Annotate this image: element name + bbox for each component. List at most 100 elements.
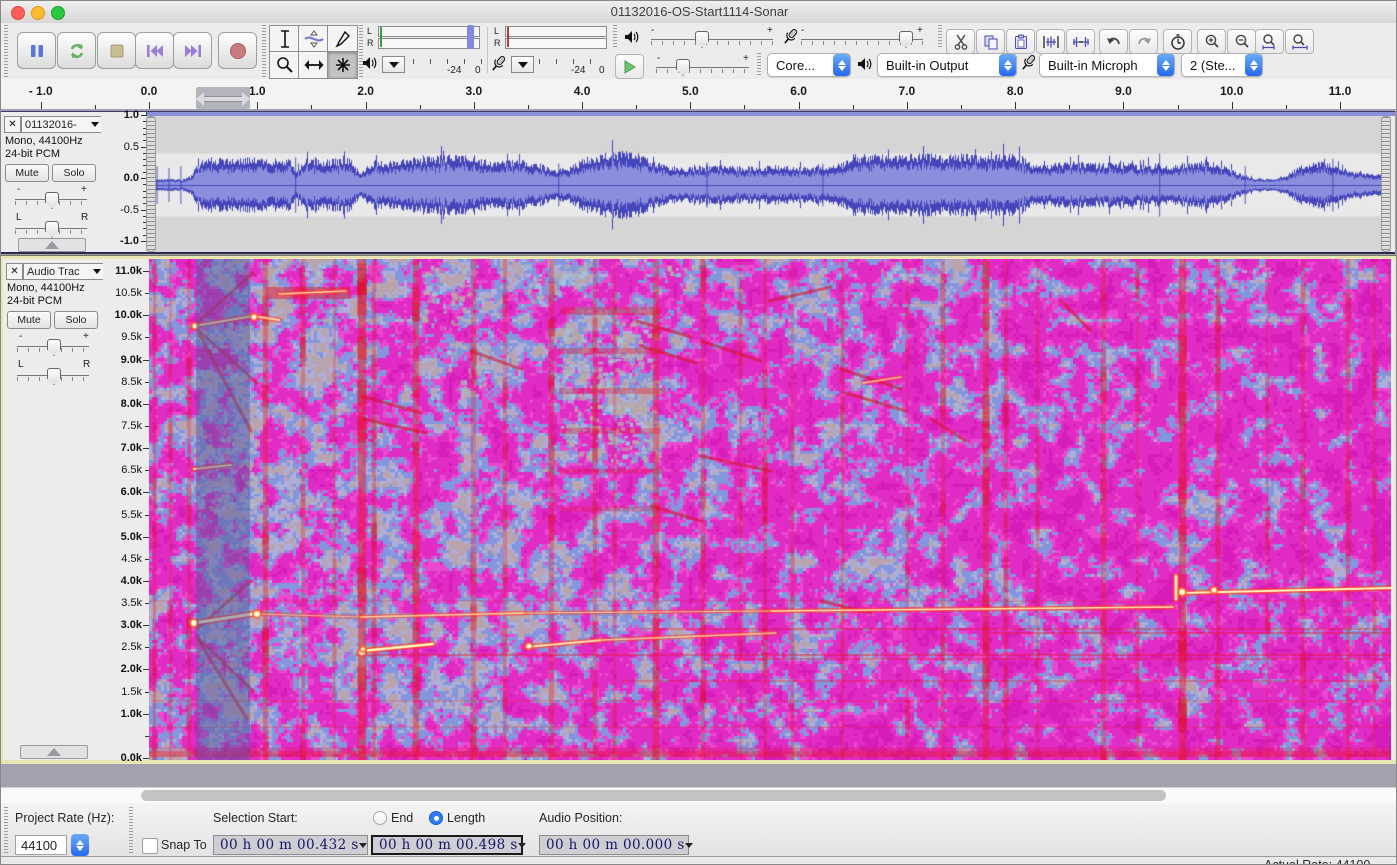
zoom-out-button[interactable]	[1227, 29, 1256, 54]
speed-slider-ticks	[656, 69, 749, 73]
waveform-canvas[interactable]	[146, 116, 1391, 252]
timefield-dropdown[interactable]	[684, 842, 693, 848]
recording-meter-left-bar[interactable]	[505, 26, 607, 37]
playback-meter-dropdown[interactable]	[382, 56, 405, 73]
draw-tool-button[interactable]	[327, 25, 358, 53]
track2-gain-slider-thumb[interactable]	[47, 339, 61, 356]
track2-title-menu[interactable]: Audio Trac	[23, 263, 105, 280]
fit-selection-button[interactable]	[1255, 29, 1284, 54]
track1-vertical-ruler[interactable]: 1.0 0.5 0.0 -0.5 -1.0	[101, 109, 147, 252]
play-at-speed-button[interactable]	[615, 54, 644, 79]
track2-collapse-button[interactable]	[20, 745, 88, 759]
time-shift-tool-button[interactable]	[298, 51, 329, 79]
multi-tool-button[interactable]	[327, 51, 358, 79]
output-volume-slider-thumb[interactable]	[695, 31, 709, 48]
waveform-left-edge-handle[interactable]	[146, 116, 156, 252]
track1-pan-slider-thumb[interactable]	[45, 221, 59, 238]
playback-meter-right-bar[interactable]	[378, 38, 480, 49]
title-bar: 01132016-OS-Start1114-Sonar	[1, 1, 1396, 24]
track1-collapse-button[interactable]	[18, 238, 86, 252]
track1-close-button[interactable]: ✕	[4, 116, 21, 133]
track2-gain-minus: -	[19, 331, 23, 342]
waveform-right-edge-handle[interactable]	[1381, 116, 1391, 252]
mixer-toolbar-grip[interactable]	[613, 25, 617, 49]
envelope-tool-button[interactable]	[298, 25, 329, 53]
track1-gain-slider-thumb[interactable]	[45, 192, 59, 209]
recording-meter-scale-min: -24	[571, 65, 586, 76]
project-rate-input[interactable]: 44100	[15, 835, 67, 855]
pause-button[interactable]	[17, 32, 56, 69]
playback-meter-right-label: R	[367, 38, 374, 48]
track1-solo-button[interactable]: Solo	[52, 164, 96, 182]
amplitude-ruler-label: 1.0	[123, 109, 139, 121]
timeline-tick	[149, 102, 150, 109]
track2-close-button[interactable]: ✕	[6, 263, 23, 280]
timeline-ruler[interactable]: - 1.0 0.0 1.0 2.0 3.0 4.0 5.0 6.0 7.0 8.0 9.0 10.0 1…	[1, 79, 1396, 111]
skip-to-start-button[interactable]	[135, 32, 174, 69]
select-stepper-icon	[999, 54, 1016, 76]
paste-button[interactable]	[1006, 29, 1035, 54]
frequency-ruler-label: 4.0k	[120, 574, 142, 587]
selection-tool-button[interactable]	[269, 25, 300, 53]
silence-audio-button[interactable]	[1066, 29, 1095, 54]
recording-meter-dropdown[interactable]	[511, 56, 534, 73]
edit-toolbar-grip[interactable]	[938, 25, 942, 49]
selection-toolbar-grip[interactable]	[4, 807, 8, 853]
track2-vertical-ruler[interactable]: 11.0k 10.5k 10.0k 9.5k 9.0k 8.5k 8.0k 7.5k 7.0k 6…	[103, 259, 150, 764]
audio-position-field[interactable]: 00 h 00 m 00.000 s	[539, 835, 693, 855]
actual-rate-text: Actual Rate: 44100	[1264, 858, 1371, 865]
track1-mute-button[interactable]: Mute	[5, 164, 49, 182]
spectrogram-canvas[interactable]	[149, 259, 1391, 760]
track2-mute-button[interactable]: Mute	[7, 311, 51, 329]
trim-audio-button[interactable]	[1036, 29, 1065, 54]
horizontal-scrollbar-thumb[interactable]	[141, 790, 1166, 801]
collapse-arrow-icon	[47, 748, 61, 756]
selection-start-field[interactable]: 00 h 00 m 00.432 s	[213, 835, 368, 855]
selection-left-arrow-icon	[196, 92, 204, 106]
cut-button[interactable]	[946, 29, 975, 54]
length-radio[interactable]	[429, 811, 443, 825]
snap-to-checkbox[interactable]	[142, 838, 158, 854]
end-radio[interactable]	[373, 811, 387, 825]
track2-solo-button[interactable]: Solo	[54, 311, 98, 329]
audio-host-select[interactable]: Core...	[767, 53, 851, 77]
selection-length-field[interactable]: 00 h 00 m 00.498 s	[371, 835, 526, 855]
zoom-in-button[interactable]	[1197, 29, 1226, 54]
track2-pan-right: R	[83, 359, 91, 370]
timeline-tick	[906, 102, 908, 109]
transport-toolbar-grip[interactable]	[4, 25, 8, 77]
frequency-ruler-label: 9.0k	[120, 353, 142, 366]
play-loop-button[interactable]	[57, 32, 96, 69]
undo-icon	[1106, 37, 1120, 44]
recording-meter-right-bar[interactable]	[505, 38, 607, 49]
selection-toolbar-grip2[interactable]	[129, 807, 133, 853]
stop-button[interactable]	[97, 32, 136, 69]
record-button[interactable]	[218, 32, 257, 69]
copy-button[interactable]	[976, 29, 1005, 54]
timer-record-button[interactable]	[1163, 29, 1192, 54]
input-device-value: Built-in Microph	[1048, 57, 1138, 73]
zoom-tool-button[interactable]	[269, 51, 300, 79]
speaker-icon	[625, 31, 639, 43]
timefield-dropdown[interactable]	[358, 842, 367, 848]
redo-button[interactable]	[1129, 29, 1158, 54]
timeline-selection-region[interactable]	[196, 87, 250, 109]
skip-to-end-button[interactable]	[173, 32, 212, 69]
undo-button[interactable]	[1099, 29, 1128, 54]
output-device-select[interactable]: Built-in Output	[877, 53, 1017, 77]
rewind-icon	[146, 44, 163, 57]
output-volume-minus: -	[651, 25, 655, 36]
timefield-dropdown[interactable]	[517, 842, 526, 848]
input-channels-select[interactable]: 2 (Ste...	[1181, 53, 1263, 77]
speed-slider-thumb[interactable]	[676, 59, 690, 76]
frequency-ruler-label: 2.0k	[120, 663, 142, 676]
input-volume-slider-thumb[interactable]	[899, 31, 913, 48]
track1-title-menu[interactable]: 01132016-	[21, 116, 103, 133]
tools-toolbar-grip[interactable]	[262, 25, 266, 77]
project-rate-stepper[interactable]	[71, 834, 89, 856]
playback-meter-left-bar[interactable]	[378, 26, 480, 37]
fit-project-button[interactable]	[1285, 29, 1314, 54]
input-device-select[interactable]: Built-in Microph	[1039, 53, 1175, 77]
track2-pan-slider-thumb[interactable]	[47, 368, 61, 385]
device-toolbar-grip[interactable]	[757, 53, 761, 77]
